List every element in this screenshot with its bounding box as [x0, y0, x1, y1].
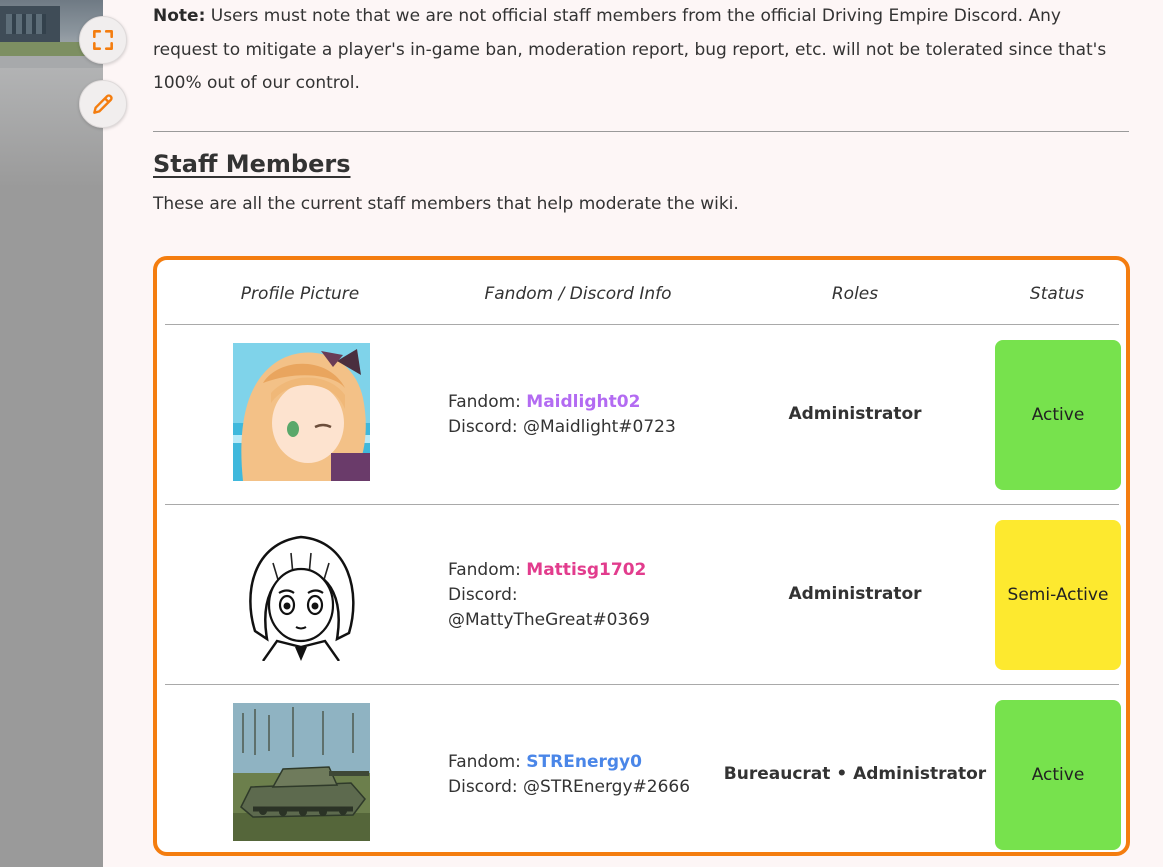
fandom-prefix: Fandom:	[448, 560, 527, 580]
fandom-user-link[interactable]: STREnergy0	[526, 752, 642, 772]
status-text: Semi-Active	[1007, 585, 1109, 605]
header-info: Fandom / Discord Info	[484, 284, 672, 304]
discord-handle: @STREnergy#2666	[523, 777, 691, 797]
member-role: Bureaucrat • Administrator	[723, 764, 987, 784]
member-info: Fandom: Mattisg1702 Discord: @MattyTheGr…	[448, 558, 650, 633]
discord-prefix: Discord:	[448, 417, 524, 437]
anime-avatar-image	[233, 343, 370, 481]
header-status: Status	[1029, 284, 1085, 304]
manga-avatar-image	[233, 523, 370, 661]
fandom-user-link[interactable]: Mattisg1702	[526, 560, 646, 580]
header-profile-picture: Profile Picture	[240, 284, 360, 304]
status-text: Active	[1031, 405, 1085, 425]
discord-prefix: Discord:	[448, 777, 524, 797]
avatar[interactable]	[233, 703, 370, 841]
divider	[153, 131, 1129, 132]
staff-table: Profile Picture Fandom / Discord Info Ro…	[153, 256, 1130, 856]
pencil-icon	[93, 94, 113, 114]
status-badge: Active	[995, 340, 1121, 490]
member-role: Administrator	[788, 404, 922, 424]
discord-handle: @Maidlight#0723	[523, 417, 676, 437]
avatar[interactable]	[233, 523, 370, 661]
discord-handle: @MattyTheGreat#0369	[448, 610, 650, 630]
status-badge: Semi-Active	[995, 520, 1121, 670]
note-text: Users must note that we are not official…	[153, 6, 1107, 93]
table-row: Fandom: Maidlight02 Discord: @Maidlight#…	[165, 324, 1121, 505]
status-badge: Active	[995, 700, 1121, 850]
fandom-prefix: Fandom:	[448, 392, 527, 412]
table-row: Fandom: STREnergy0 Discord: @STREnergy#2…	[165, 684, 1121, 864]
fandom-user-link[interactable]: Maidlight02	[526, 392, 640, 412]
table-header: Profile Picture Fandom / Discord Info Ro…	[165, 260, 1119, 325]
member-info: Fandom: STREnergy0 Discord: @STREnergy#2…	[448, 750, 690, 800]
note-paragraph: Note: Users must note that we are not of…	[153, 0, 1129, 101]
member-info: Fandom: Maidlight02 Discord: @Maidlight#…	[448, 390, 676, 440]
section-title: Staff Members	[153, 150, 351, 178]
member-role: Administrator	[788, 584, 922, 604]
fullscreen-button[interactable]	[79, 16, 127, 64]
table-row: Fandom: Mattisg1702 Discord: @MattyTheGr…	[165, 504, 1121, 685]
note-label: Note:	[153, 6, 206, 26]
section-subtitle: These are all the current staff members …	[153, 194, 739, 214]
left-rail	[0, 0, 103, 867]
header-roles: Roles	[831, 284, 879, 304]
avatar[interactable]	[233, 343, 370, 481]
fandom-prefix: Fandom:	[448, 752, 527, 772]
status-text: Active	[1031, 765, 1085, 785]
fullscreen-icon	[93, 30, 113, 50]
edit-button[interactable]	[79, 80, 127, 128]
tank-avatar-image	[233, 703, 370, 841]
discord-prefix: Discord:	[448, 585, 518, 605]
